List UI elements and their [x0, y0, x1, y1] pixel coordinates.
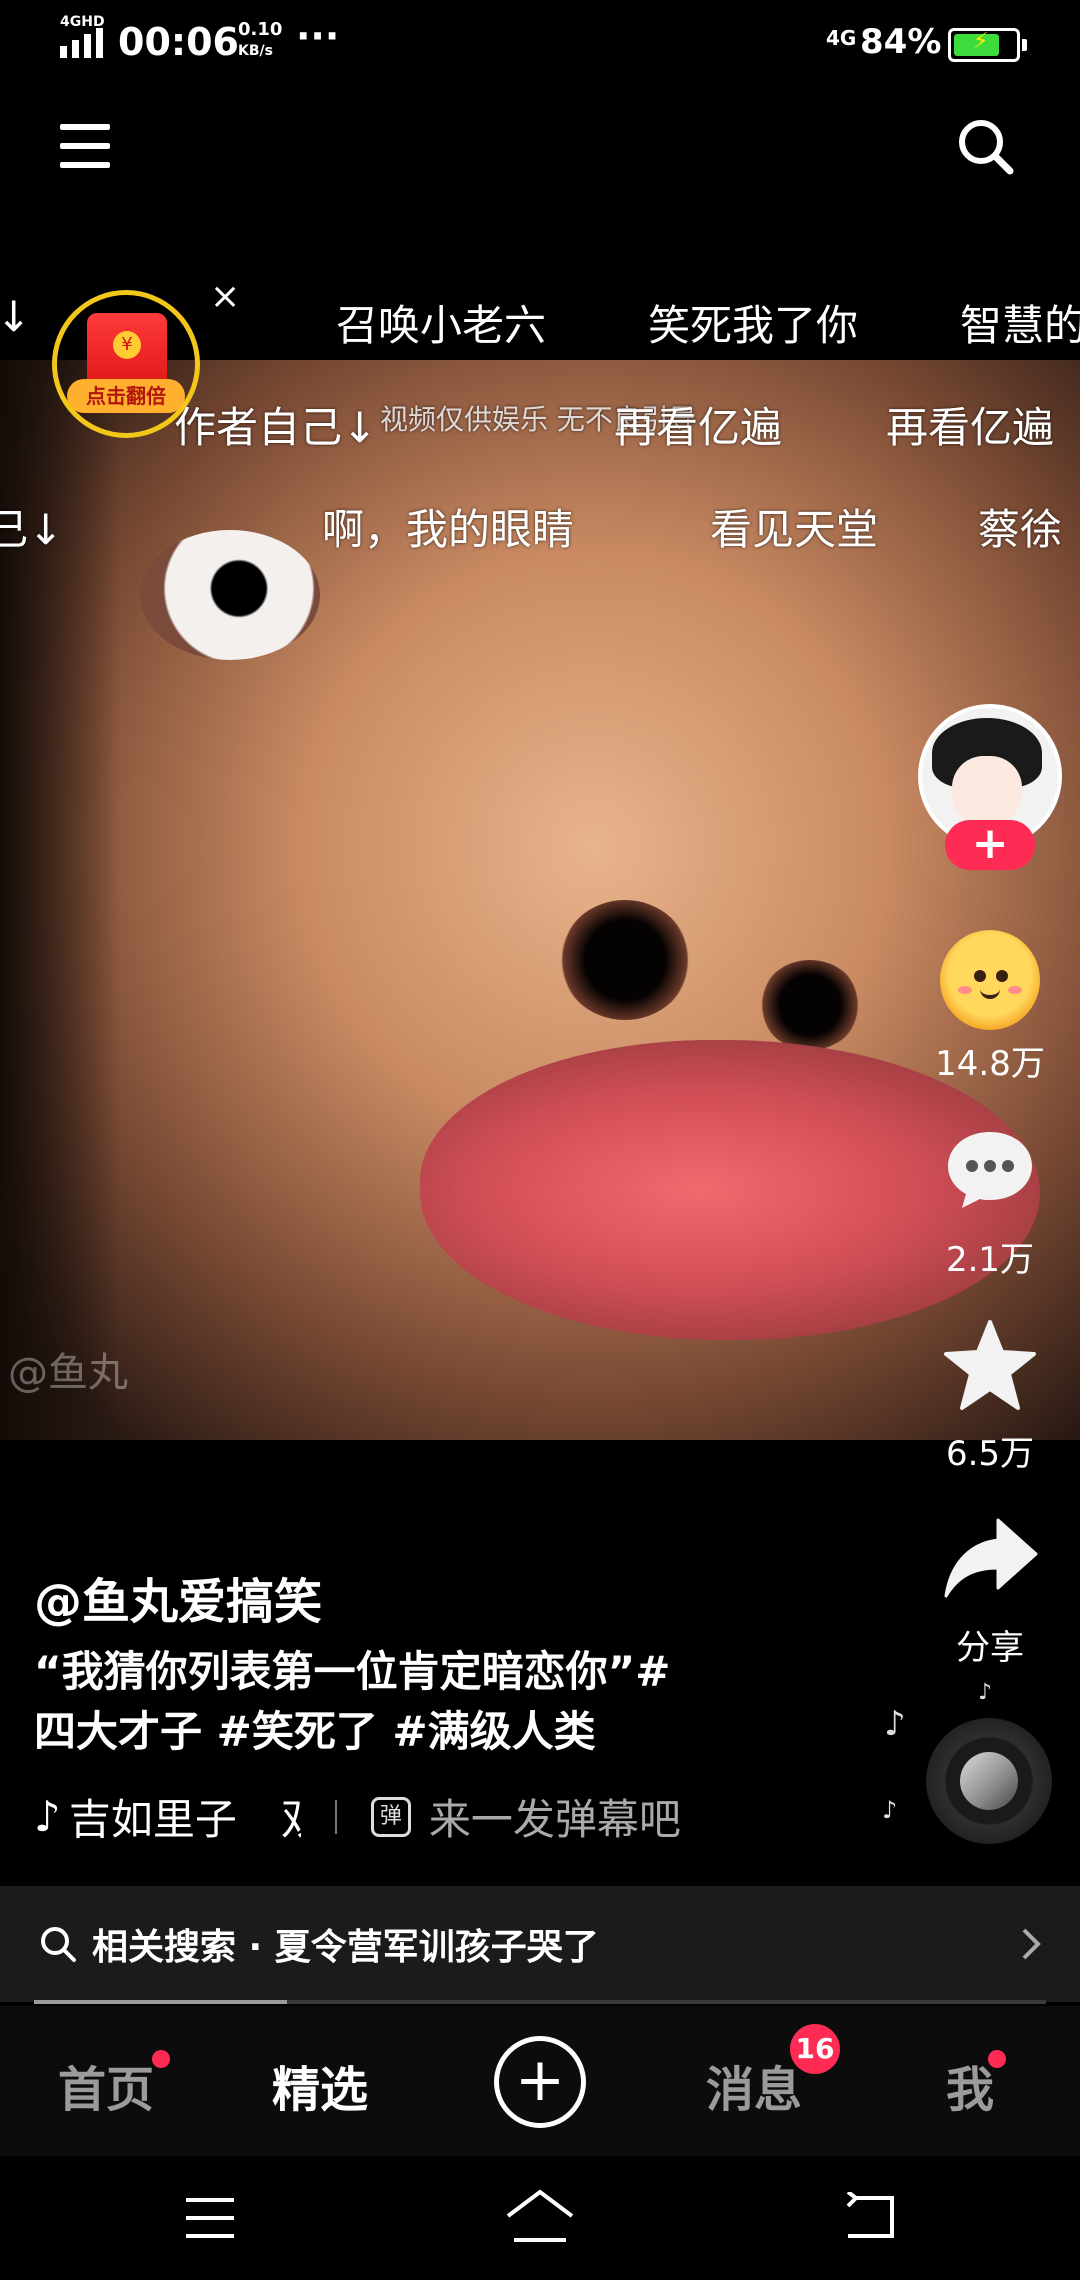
status-bar: 4GHD 00:06 0.10 KB/s ··· 4G 84% ⚡	[0, 0, 1080, 84]
danmu-placeholder: 来一发弹幕吧	[428, 1795, 681, 1844]
tab-me[interactable]: 我	[946, 2050, 994, 2120]
like-count: 14.8万	[935, 1044, 1045, 1084]
music-row: ♪ 吉如里子 双 弹 来一发弹幕吧	[34, 1786, 681, 1847]
music-title-tail: 双	[281, 1786, 301, 1847]
comment-icon[interactable]	[944, 1128, 1036, 1210]
close-icon[interactable]: ×	[210, 276, 240, 317]
message-count-badge: 16	[790, 2024, 840, 2074]
music-disc[interactable]	[926, 1718, 1052, 1844]
video-eye	[140, 530, 320, 660]
danmu-icon: 弹	[370, 1796, 411, 1837]
related-search-bar[interactable]: 相关搜索 · 夏令营军训孩子哭了	[0, 1886, 1080, 2002]
related-search-text: 相关搜索 · 夏令营军训孩子哭了	[92, 1927, 599, 1968]
music-note-icon: ♪	[978, 1680, 993, 1705]
red-envelope-label: 点击翻倍	[67, 379, 185, 413]
danmaku-item: 笑死我了你	[648, 301, 859, 350]
search-icon	[41, 1927, 76, 1962]
video-progress-bar[interactable]	[34, 2000, 1046, 2004]
star-icon[interactable]	[942, 1318, 1038, 1414]
coin-icon: ¥	[113, 331, 141, 359]
me-dot-badge	[988, 2050, 1006, 2068]
danmaku-item: 再看亿遍	[886, 403, 1055, 452]
danmaku-item: 作者自己↓	[174, 403, 378, 452]
danmaku-item: 智慧的	[960, 301, 1080, 350]
signal-icon: 4GHD	[60, 14, 105, 58]
music-icon: ♪	[34, 1792, 61, 1841]
like-icon[interactable]	[940, 930, 1040, 1030]
comment-count: 2.1万	[945, 1240, 1035, 1280]
danmaku-item: 召唤小老六	[336, 301, 547, 350]
home-icon[interactable]	[504, 2188, 576, 2244]
search-icon[interactable]	[955, 116, 1015, 176]
divider	[334, 1799, 337, 1834]
back-icon[interactable]	[842, 2192, 896, 2242]
recent-apps-icon[interactable]	[184, 2196, 236, 2240]
author-name[interactable]: @鱼丸爱搞笑	[34, 1562, 322, 1632]
danmaku-item: 看见天堂	[710, 505, 879, 554]
follow-button[interactable]: +	[945, 820, 1035, 870]
danmu-input[interactable]: 弹 来一发弹幕吧	[370, 1786, 681, 1847]
video-watermark: @鱼丸	[8, 1350, 128, 1396]
music-note-icon: ♪	[882, 1796, 898, 1824]
clock: 00:06	[118, 20, 239, 64]
home-dot-badge	[152, 2050, 170, 2068]
create-button[interactable]: +	[494, 2036, 586, 2128]
video-nostril	[760, 960, 860, 1050]
music-title[interactable]: 吉如里子	[69, 1786, 237, 1847]
share-icon[interactable]	[942, 1516, 1038, 1600]
tab-messages[interactable]: 消息	[706, 2050, 802, 2120]
more-indicator: ···	[296, 14, 340, 58]
tab-featured[interactable]: 精选	[272, 2050, 368, 2120]
danmaku-item: 啊，我的眼睛	[322, 505, 575, 554]
danmaku-item: 再看亿遍	[614, 403, 783, 452]
music-note-icon: ♪	[884, 1704, 906, 1744]
danmaku-item: 蔡徐	[978, 505, 1063, 554]
battery-percent: 84%	[860, 22, 942, 62]
video-nostril	[560, 900, 690, 1020]
tab-home[interactable]: 首页	[58, 2050, 154, 2120]
network-4g: 4G	[826, 26, 857, 50]
battery-icon: ⚡	[948, 28, 1027, 62]
red-envelope-button[interactable]: ¥ 点击翻倍	[52, 290, 200, 438]
chevron-right-icon	[1022, 1928, 1041, 1960]
danmaku-item: 己↓	[0, 505, 64, 554]
favorite-count: 6.5万	[945, 1434, 1035, 1474]
video-caption[interactable]: “我猜你列表第一位肯定暗恋你”# 四大才子 #笑死了 #满级人类	[34, 1642, 794, 1762]
menu-icon[interactable]	[60, 124, 110, 168]
share-label: 分享	[956, 1628, 1024, 1668]
system-navigation-bar	[0, 2156, 1080, 2280]
bottom-tab-bar: 首页 精选 + 消息 16 我	[0, 2006, 1080, 2156]
net-speed: 0.10 KB/s	[238, 19, 283, 60]
danmaku-item: ↓	[0, 292, 32, 341]
